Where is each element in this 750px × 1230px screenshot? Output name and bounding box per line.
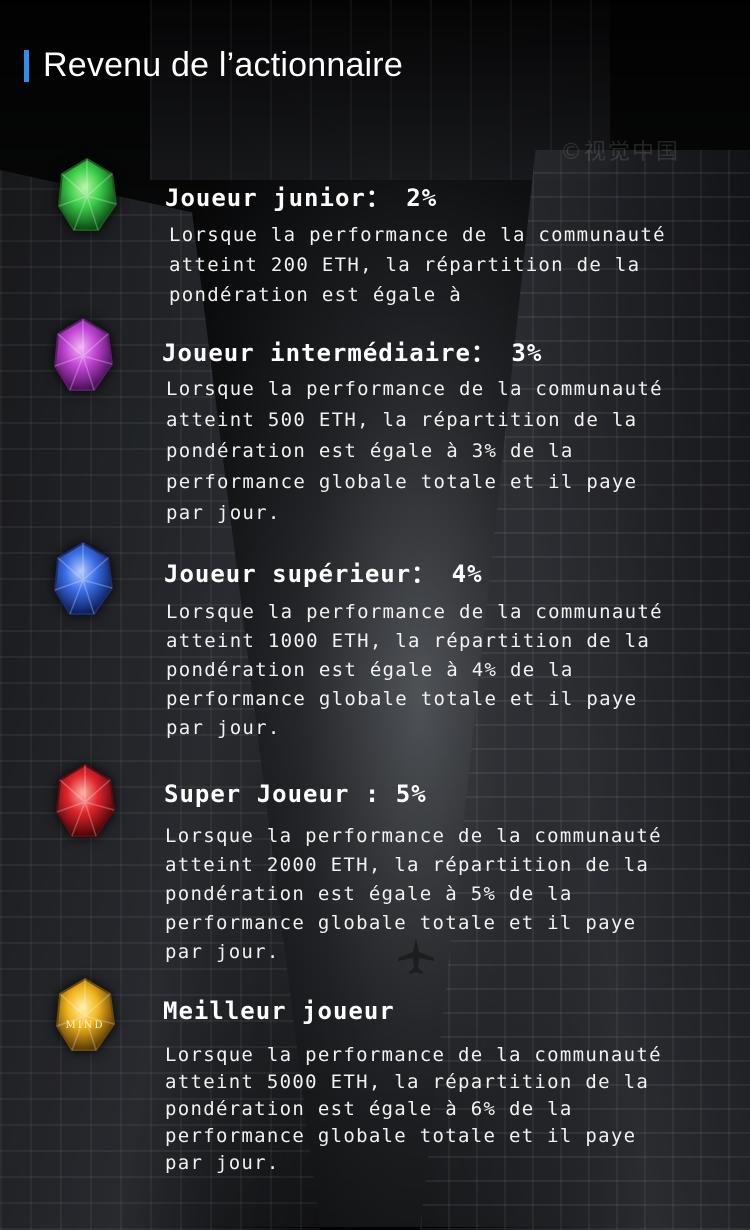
header-accent-bar bbox=[24, 49, 29, 82]
purple-gem-icon bbox=[50, 316, 116, 396]
page-title: Revenu de l’actionnaire bbox=[43, 46, 403, 84]
tier-title: Joueur intermédiaire： 3% bbox=[162, 339, 543, 367]
watermark: ©视觉中国 bbox=[560, 140, 681, 165]
red-gem-icon bbox=[52, 762, 118, 842]
tier-title: Joueur junior： 2% bbox=[165, 184, 438, 212]
background-building-top bbox=[150, 0, 610, 180]
tier-title: Meilleur joueur bbox=[163, 997, 395, 1025]
gem-inscription: MIND bbox=[66, 1020, 105, 1031]
tier-description: Lorsque la performance de la communauté … bbox=[165, 1044, 662, 1174]
blue-gem-icon bbox=[50, 540, 116, 620]
tier-title: Super Joueur : 5% bbox=[164, 780, 427, 808]
tier-title: Joueur supérieur： 4% bbox=[164, 560, 483, 588]
yellow-gem-icon: MIND bbox=[52, 976, 118, 1056]
page-header: Revenu de l’actionnaire bbox=[24, 46, 403, 85]
tier-description: Lorsque la performance de la communauté … bbox=[169, 224, 666, 306]
tier-description: Lorsque la performance de la communauté … bbox=[166, 378, 663, 524]
tier-description: Lorsque la performance de la communauté … bbox=[166, 601, 663, 739]
tier-description: Lorsque la performance de la communauté … bbox=[165, 825, 662, 963]
green-gem-icon bbox=[54, 156, 120, 236]
